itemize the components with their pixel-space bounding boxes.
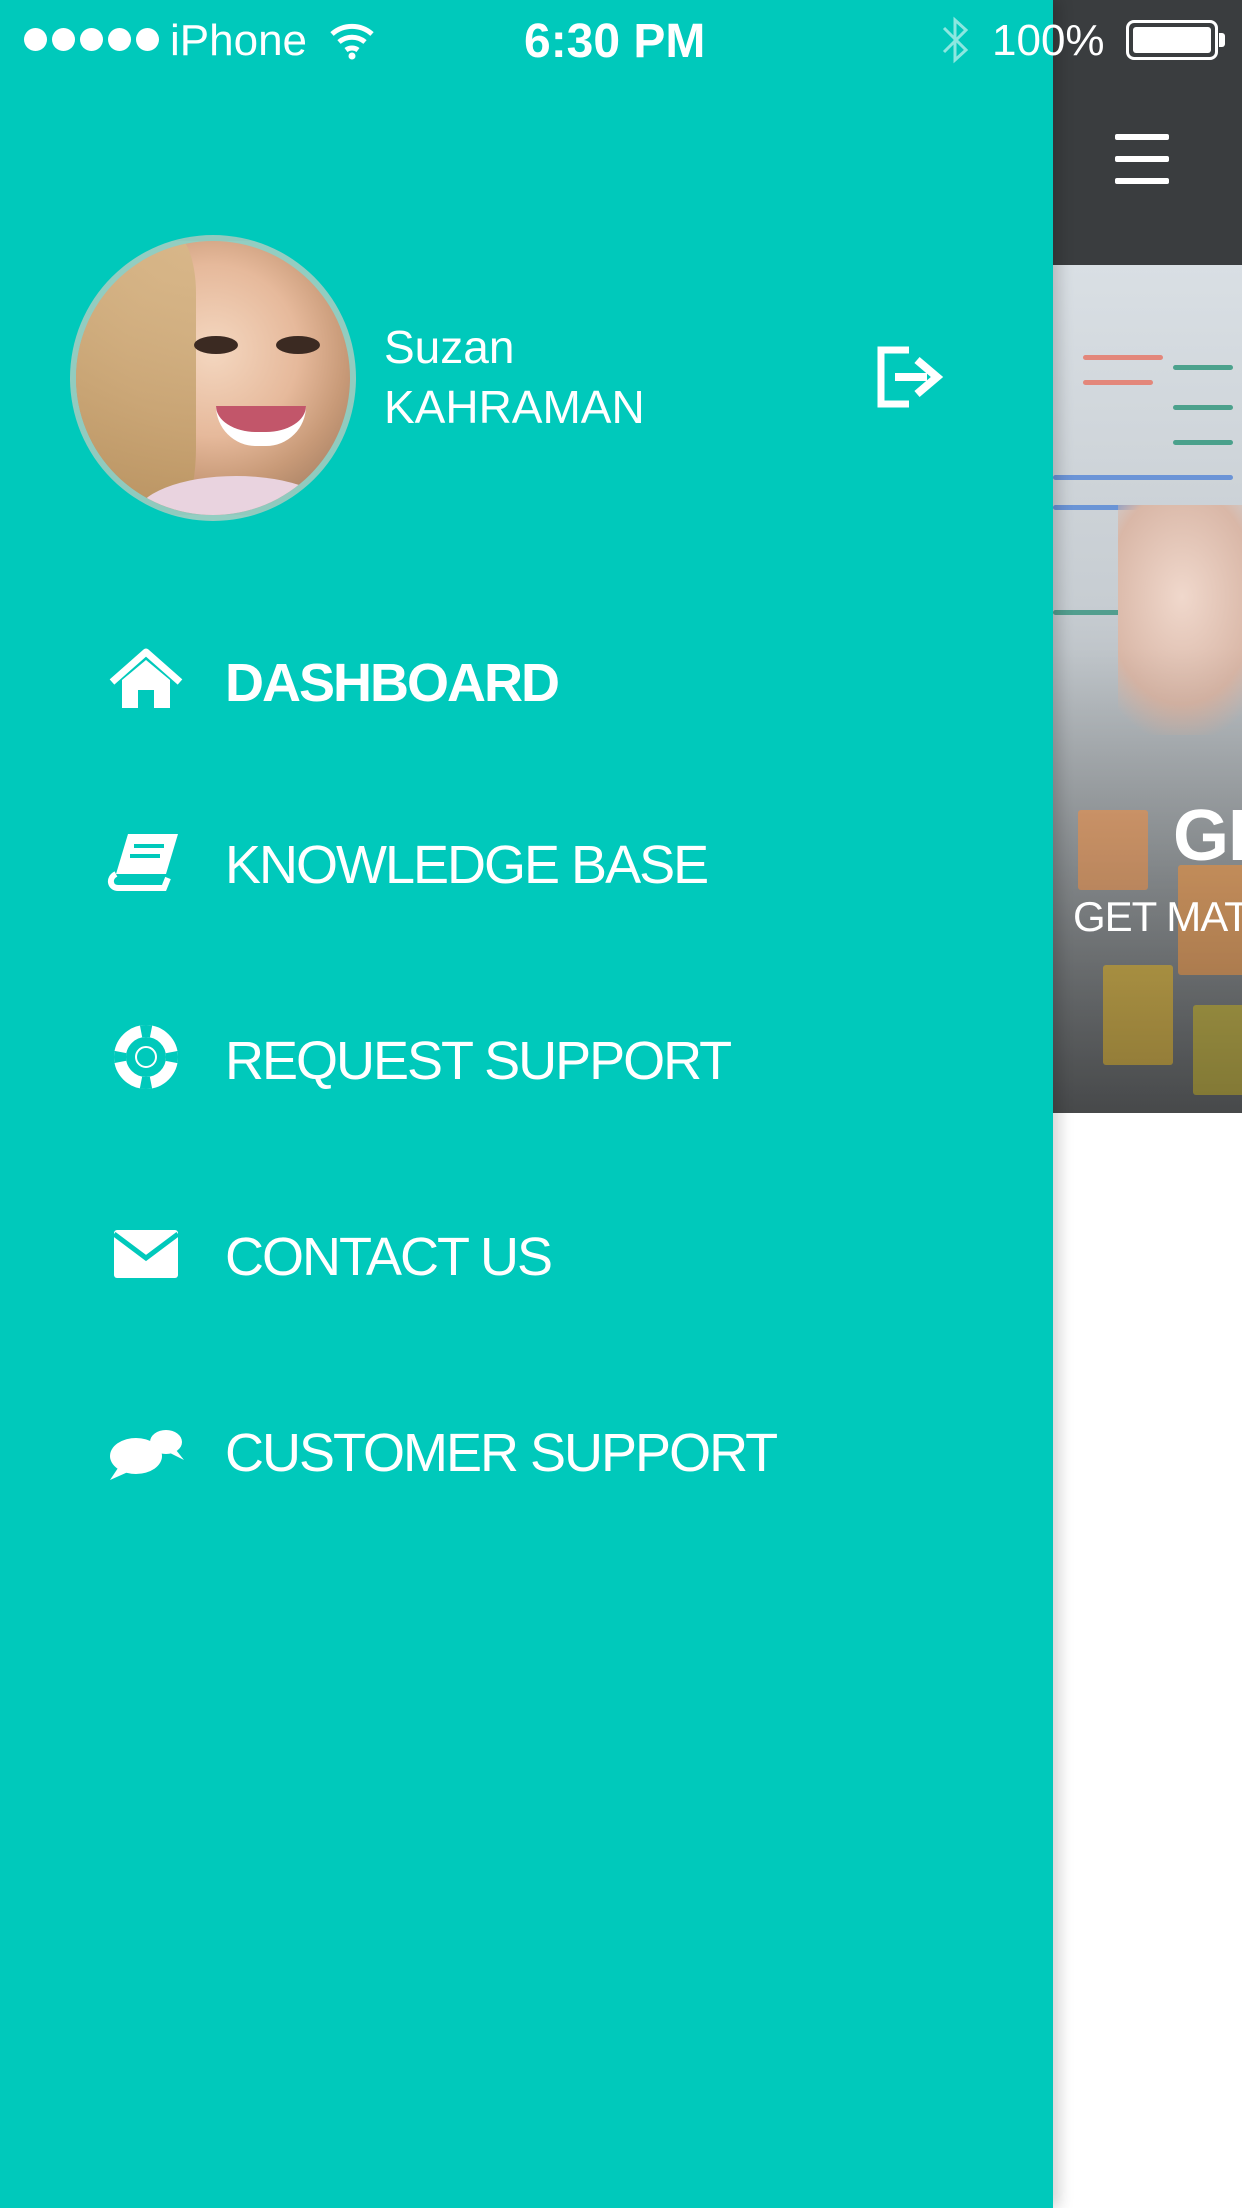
hero-banner[interactable]: GE GET MAT (1053, 265, 1242, 1113)
menu-item-label: CUSTOMER SUPPORT (225, 1423, 778, 1483)
life-ring-icon (106, 1024, 186, 1090)
signal-strength-icon (24, 28, 159, 51)
battery-percentage: 100% (992, 16, 1105, 65)
home-icon (106, 646, 186, 712)
menu-item-label: KNOWLEDGE BASE (225, 835, 709, 895)
menu-item-request-support[interactable]: REQUEST SUPPORT (0, 996, 1053, 1116)
user-first-name: Suzan (384, 321, 515, 373)
hero-title: GE (1173, 796, 1242, 876)
menu-item-label: CONTACT US (225, 1227, 553, 1287)
wifi-icon (330, 20, 374, 60)
clock: 6:30 PM (524, 15, 706, 68)
hamburger-menu-icon[interactable] (1115, 134, 1169, 184)
status-bar: iPhone 6:30 PM 100% (0, 0, 1242, 80)
hero-subtitle: GET MAT (1073, 893, 1242, 940)
battery-icon (1126, 20, 1225, 60)
bluetooth-icon (940, 14, 970, 66)
book-icon (106, 828, 186, 894)
user-last-name: KAHRAMAN (384, 381, 645, 433)
menu-item-dashboard[interactable]: DASHBOARD (0, 618, 1053, 738)
logout-icon[interactable] (875, 344, 945, 410)
envelope-icon (106, 1220, 186, 1286)
menu-item-knowledge-base[interactable]: KNOWLEDGE BASE (0, 800, 1053, 920)
menu-item-label: DASHBOARD (225, 653, 560, 713)
menu-item-label: REQUEST SUPPORT (225, 1031, 732, 1091)
navigation-drawer: Suzan KAHRAMAN DASHBOARD KNOWLEDGE BASE (0, 0, 1053, 2208)
carrier-label: iPhone (170, 16, 308, 65)
avatar[interactable] (70, 235, 356, 521)
menu-item-contact-us[interactable]: CONTACT US (0, 1192, 1053, 1312)
chat-bubbles-icon (106, 1416, 186, 1482)
menu-item-customer-support[interactable]: CUSTOMER SUPPORT (0, 1388, 1053, 1508)
